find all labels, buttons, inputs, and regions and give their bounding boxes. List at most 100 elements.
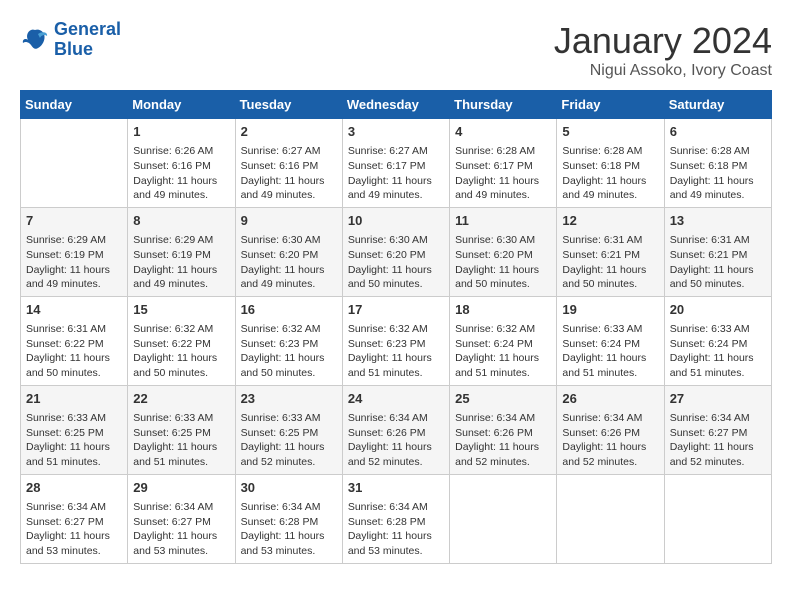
day-info: Sunrise: 6:34 AM Sunset: 6:26 PM Dayligh…: [562, 411, 658, 470]
calendar-cell: [450, 474, 557, 563]
logo-line2: Blue: [54, 40, 121, 60]
week-row-4: 21 Sunrise: 6:33 AM Sunset: 6:25 PM Dayli…: [21, 385, 772, 474]
calendar-cell: 26 Sunrise: 6:34 AM Sunset: 6:26 PM Dayli…: [557, 385, 664, 474]
day-info: Sunrise: 6:29 AM Sunset: 6:19 PM Dayligh…: [26, 233, 122, 292]
calendar-cell: 25Sunrise: 6:34 AM Sunset: 6:26 PM Dayli…: [450, 385, 557, 474]
day-number: 2: [241, 123, 337, 141]
calendar-table: SundayMondayTuesdayWednesdayThursdayFrid…: [20, 90, 772, 564]
calendar-cell: [21, 119, 128, 208]
calendar-cell: 29Sunrise: 6:34 AM Sunset: 6:27 PM Dayli…: [128, 474, 235, 563]
day-number: 29: [133, 479, 229, 497]
calendar-cell: 10Sunrise: 6:30 AM Sunset: 6:20 PM Dayli…: [342, 207, 449, 296]
week-row-3: 14 Sunrise: 6:31 AM Sunset: 6:22 PM Dayli…: [21, 296, 772, 385]
header-sunday: Sunday: [21, 91, 128, 119]
day-number: 19: [562, 301, 658, 319]
week-row-2: 7 Sunrise: 6:29 AM Sunset: 6:19 PM Daylig…: [21, 207, 772, 296]
header-friday: Friday: [557, 91, 664, 119]
day-number: 3: [348, 123, 444, 141]
logo-bird-icon: [20, 26, 50, 54]
day-number: 18: [455, 301, 551, 319]
calendar-cell: 23Sunrise: 6:33 AM Sunset: 6:25 PM Dayli…: [235, 385, 342, 474]
day-info: Sunrise: 6:31 AM Sunset: 6:21 PM Dayligh…: [562, 233, 658, 292]
title-block: January 2024 Nigui Assoko, Ivory Coast: [554, 20, 772, 80]
location: Nigui Assoko, Ivory Coast: [554, 62, 772, 80]
day-number: 5: [562, 123, 658, 141]
day-info: Sunrise: 6:26 AM Sunset: 6:16 PM Dayligh…: [133, 144, 229, 203]
day-info: Sunrise: 6:34 AM Sunset: 6:26 PM Dayligh…: [348, 411, 444, 470]
day-info: Sunrise: 6:30 AM Sunset: 6:20 PM Dayligh…: [241, 233, 337, 292]
header-monday: Monday: [128, 91, 235, 119]
day-number: 13: [670, 212, 766, 230]
day-number: 30: [241, 479, 337, 497]
logo-text: General Blue: [54, 20, 121, 60]
header-saturday: Saturday: [664, 91, 771, 119]
day-number: 28: [26, 479, 122, 497]
day-info: Sunrise: 6:32 AM Sunset: 6:22 PM Dayligh…: [133, 322, 229, 381]
calendar-cell: 8 Sunrise: 6:29 AM Sunset: 6:19 PM Daylig…: [128, 207, 235, 296]
calendar-cell: 14 Sunrise: 6:31 AM Sunset: 6:22 PM Dayli…: [21, 296, 128, 385]
calendar-cell: 5 Sunrise: 6:28 AM Sunset: 6:18 PM Daylig…: [557, 119, 664, 208]
calendar-cell: 15 Sunrise: 6:32 AM Sunset: 6:22 PM Dayli…: [128, 296, 235, 385]
calendar-cell: 13 Sunrise: 6:31 AM Sunset: 6:21 PM Dayli…: [664, 207, 771, 296]
day-info: Sunrise: 6:28 AM Sunset: 6:17 PM Dayligh…: [455, 144, 551, 203]
day-number: 17: [348, 301, 444, 319]
day-number: 16: [241, 301, 337, 319]
calendar-cell: 3 Sunrise: 6:27 AM Sunset: 6:17 PM Daylig…: [342, 119, 449, 208]
day-info: Sunrise: 6:27 AM Sunset: 6:17 PM Dayligh…: [348, 144, 444, 203]
day-info: Sunrise: 6:32 AM Sunset: 6:23 PM Dayligh…: [241, 322, 337, 381]
calendar-cell: [557, 474, 664, 563]
calendar-cell: 31 Sunrise: 6:34 AM Sunset: 6:28 PM Dayli…: [342, 474, 449, 563]
header-thursday: Thursday: [450, 91, 557, 119]
day-number: 7: [26, 212, 122, 230]
calendar-cell: 16 Sunrise: 6:32 AM Sunset: 6:23 PM Dayli…: [235, 296, 342, 385]
calendar-cell: 19 Sunrise: 6:33 AM Sunset: 6:24 PM Dayli…: [557, 296, 664, 385]
day-number: 20: [670, 301, 766, 319]
calendar-cell: 2Sunrise: 6:27 AM Sunset: 6:16 PM Daylig…: [235, 119, 342, 208]
day-number: 15: [133, 301, 229, 319]
calendar-cell: 24Sunrise: 6:34 AM Sunset: 6:26 PM Dayli…: [342, 385, 449, 474]
day-info: Sunrise: 6:34 AM Sunset: 6:27 PM Dayligh…: [26, 500, 122, 559]
day-info: Sunrise: 6:31 AM Sunset: 6:22 PM Dayligh…: [26, 322, 122, 381]
day-info: Sunrise: 6:29 AM Sunset: 6:19 PM Dayligh…: [133, 233, 229, 292]
logo-line1: General: [54, 20, 121, 40]
day-info: Sunrise: 6:34 AM Sunset: 6:26 PM Dayligh…: [455, 411, 551, 470]
day-number: 21: [26, 390, 122, 408]
calendar-body: 1 Sunrise: 6:26 AM Sunset: 6:16 PM Daylig…: [21, 119, 772, 564]
day-info: Sunrise: 6:34 AM Sunset: 6:28 PM Dayligh…: [348, 500, 444, 559]
day-number: 31: [348, 479, 444, 497]
day-number: 11: [455, 212, 551, 230]
day-number: 12: [562, 212, 658, 230]
day-info: Sunrise: 6:30 AM Sunset: 6:20 PM Dayligh…: [348, 233, 444, 292]
calendar-cell: 7 Sunrise: 6:29 AM Sunset: 6:19 PM Daylig…: [21, 207, 128, 296]
day-info: Sunrise: 6:33 AM Sunset: 6:25 PM Dayligh…: [133, 411, 229, 470]
month-title: January 2024: [554, 20, 772, 62]
calendar-cell: 28 Sunrise: 6:34 AM Sunset: 6:27 PM Dayli…: [21, 474, 128, 563]
day-number: 26: [562, 390, 658, 408]
calendar-cell: [664, 474, 771, 563]
day-info: Sunrise: 6:31 AM Sunset: 6:21 PM Dayligh…: [670, 233, 766, 292]
day-number: 4: [455, 123, 551, 141]
calendar-cell: 22 Sunrise: 6:33 AM Sunset: 6:25 PM Dayli…: [128, 385, 235, 474]
header-row: SundayMondayTuesdayWednesdayThursdayFrid…: [21, 91, 772, 119]
calendar-cell: 4 Sunrise: 6:28 AM Sunset: 6:17 PM Daylig…: [450, 119, 557, 208]
day-info: Sunrise: 6:28 AM Sunset: 6:18 PM Dayligh…: [562, 144, 658, 203]
day-number: 27: [670, 390, 766, 408]
day-info: Sunrise: 6:32 AM Sunset: 6:24 PM Dayligh…: [455, 322, 551, 381]
calendar-cell: 1 Sunrise: 6:26 AM Sunset: 6:16 PM Daylig…: [128, 119, 235, 208]
day-info: Sunrise: 6:34 AM Sunset: 6:27 PM Dayligh…: [670, 411, 766, 470]
day-number: 1: [133, 123, 229, 141]
day-info: Sunrise: 6:28 AM Sunset: 6:18 PM Dayligh…: [670, 144, 766, 203]
day-info: Sunrise: 6:33 AM Sunset: 6:25 PM Dayligh…: [241, 411, 337, 470]
day-number: 14: [26, 301, 122, 319]
calendar-cell: 11 Sunrise: 6:30 AM Sunset: 6:20 PM Dayli…: [450, 207, 557, 296]
calendar-cell: 17Sunrise: 6:32 AM Sunset: 6:23 PM Dayli…: [342, 296, 449, 385]
calendar-cell: 21Sunrise: 6:33 AM Sunset: 6:25 PM Dayli…: [21, 385, 128, 474]
calendar-cell: 12 Sunrise: 6:31 AM Sunset: 6:21 PM Dayli…: [557, 207, 664, 296]
page-header: General Blue January 2024 Nigui Assoko, …: [20, 20, 772, 80]
day-info: Sunrise: 6:34 AM Sunset: 6:28 PM Dayligh…: [241, 500, 337, 559]
day-info: Sunrise: 6:33 AM Sunset: 6:24 PM Dayligh…: [562, 322, 658, 381]
calendar-cell: 6Sunrise: 6:28 AM Sunset: 6:18 PM Daylig…: [664, 119, 771, 208]
day-info: Sunrise: 6:30 AM Sunset: 6:20 PM Dayligh…: [455, 233, 551, 292]
day-number: 8: [133, 212, 229, 230]
day-number: 22: [133, 390, 229, 408]
